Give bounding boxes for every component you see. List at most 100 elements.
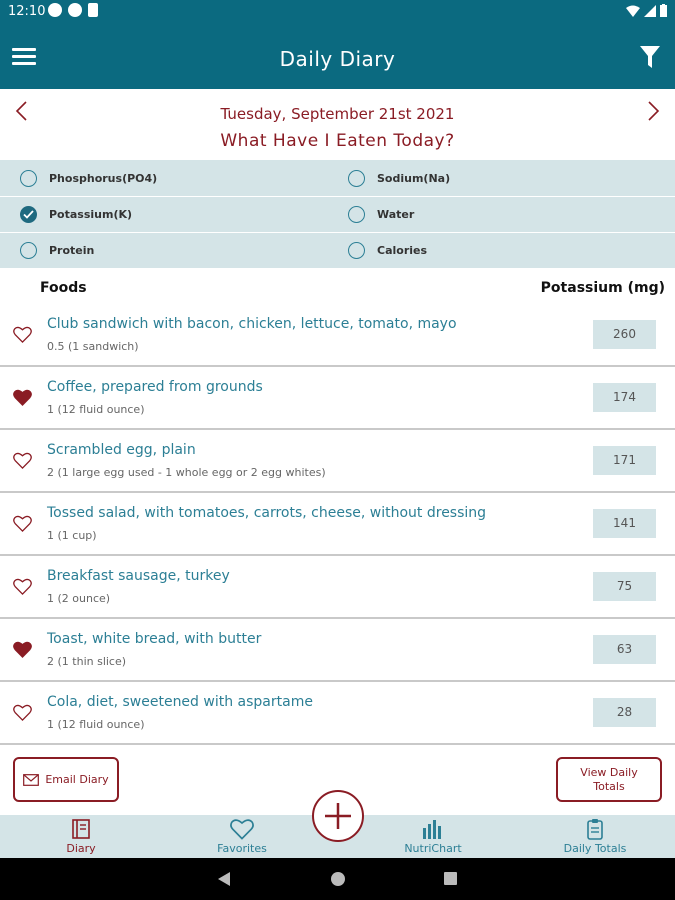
nutrient-label: Protein bbox=[49, 243, 95, 257]
email-diary-label: Email Diary bbox=[45, 773, 109, 786]
radio-button[interactable] bbox=[20, 241, 37, 259]
food-quantity: 1 (12 fluid ounce) bbox=[47, 718, 145, 731]
food-quantity: 1 (1 cup) bbox=[47, 529, 97, 542]
nutrient-label: Phosphorus(PO4) bbox=[49, 171, 158, 185]
food-name[interactable]: Toast, white bread, with butter bbox=[47, 631, 261, 647]
food-row[interactable]: Scrambled egg, plain 2 (1 large egg used… bbox=[0, 430, 675, 493]
filter-icon bbox=[640, 46, 660, 68]
food-row[interactable]: Coffee, prepared from grounds 1 (12 flui… bbox=[0, 367, 675, 430]
radio-button[interactable] bbox=[20, 169, 37, 187]
nutrient-label: Sodium(Na) bbox=[377, 171, 451, 185]
diary-question: What Have I Eaten Today? bbox=[220, 131, 455, 151]
food-list-header: Foods Potassium (mg) bbox=[0, 268, 675, 308]
food-row[interactable]: Toast, white bread, with butter 2 (1 thi… bbox=[0, 619, 675, 682]
food-value: 260 bbox=[593, 320, 656, 349]
heart-icon bbox=[230, 819, 254, 840]
food-quantity: 2 (1 thin slice) bbox=[47, 655, 127, 668]
view-daily-totals-label: View Daily Totals bbox=[580, 765, 638, 793]
nutrient-selector: Phosphorus(PO4) Sodium(Na) Potassium(K) … bbox=[0, 160, 675, 268]
bar-chart-icon bbox=[423, 820, 441, 839]
nutrient-option-calories[interactable]: Calories bbox=[348, 232, 427, 268]
checkmark-icon bbox=[23, 209, 34, 219]
food-quantity: 1 (12 fluid ounce) bbox=[47, 403, 145, 416]
heart-outline-icon[interactable] bbox=[13, 578, 32, 595]
food-name[interactable]: Scrambled egg, plain bbox=[47, 442, 196, 458]
radio-button[interactable] bbox=[348, 241, 365, 259]
nutrient-label: Calories bbox=[377, 243, 428, 257]
nav-daily-totals[interactable]: Daily Totals bbox=[540, 815, 650, 858]
add-food-button[interactable] bbox=[312, 790, 364, 842]
system-recents-icon[interactable] bbox=[444, 872, 457, 885]
plus-icon bbox=[325, 803, 351, 829]
status-bar: 12:10 bbox=[0, 0, 675, 24]
status-time: 12:10 bbox=[8, 4, 46, 19]
nav-favorites[interactable]: Favorites bbox=[187, 815, 297, 858]
nutrient-label: Potassium(K) bbox=[49, 207, 133, 221]
nav-nutrichart[interactable]: NutriChart bbox=[378, 815, 488, 858]
notification-c-icon bbox=[88, 3, 98, 17]
food-row[interactable]: Tossed salad, with tomatoes, carrots, ch… bbox=[0, 493, 675, 556]
food-name[interactable]: Club sandwich with bacon, chicken, lettu… bbox=[47, 316, 457, 332]
food-value: 141 bbox=[593, 509, 656, 538]
food-name[interactable]: Tossed salad, with tomatoes, carrots, ch… bbox=[47, 505, 486, 521]
next-day-button[interactable] bbox=[643, 99, 663, 123]
battery-icon bbox=[660, 4, 667, 17]
heart-outline-icon[interactable] bbox=[13, 515, 32, 532]
app-bar: Daily Diary bbox=[0, 24, 675, 89]
food-row[interactable]: Cola, diet, sweetened with aspartame 1 (… bbox=[0, 682, 675, 745]
chevron-right-icon bbox=[648, 101, 660, 121]
divider bbox=[0, 232, 675, 233]
heart-filled-icon[interactable] bbox=[13, 641, 32, 658]
food-quantity: 0.5 (1 sandwich) bbox=[47, 340, 139, 353]
food-name[interactable]: Coffee, prepared from grounds bbox=[47, 379, 263, 395]
food-value: 28 bbox=[593, 698, 656, 727]
envelope-icon bbox=[23, 773, 40, 786]
nav-diary-label: Diary bbox=[66, 842, 96, 855]
nutrient-column-header: Potassium (mg) bbox=[540, 280, 665, 296]
notification-a-icon bbox=[48, 3, 62, 17]
heart-outline-icon[interactable] bbox=[13, 326, 32, 343]
system-icons bbox=[626, 4, 667, 17]
nutrient-option-water[interactable]: Water bbox=[348, 196, 414, 232]
food-value: 174 bbox=[593, 383, 656, 412]
food-value: 75 bbox=[593, 572, 656, 601]
foods-column-header: Foods bbox=[40, 280, 87, 296]
food-quantity: 2 (1 large egg used - 1 whole egg or 2 e… bbox=[47, 466, 326, 479]
radio-button[interactable] bbox=[348, 205, 365, 223]
diary-icon bbox=[72, 819, 90, 839]
radio-button[interactable] bbox=[348, 169, 365, 187]
notification-b-icon bbox=[68, 3, 82, 17]
nutrient-option-potassium[interactable]: Potassium(K) bbox=[20, 196, 132, 232]
food-value: 171 bbox=[593, 446, 656, 475]
system-home-icon[interactable] bbox=[331, 872, 345, 886]
nav-diary[interactable]: Diary bbox=[26, 815, 136, 858]
nutrient-option-phosphorus[interactable]: Phosphorus(PO4) bbox=[20, 160, 157, 196]
email-diary-button[interactable]: Email Diary bbox=[13, 757, 119, 802]
heart-outline-icon[interactable] bbox=[13, 704, 32, 721]
date-header: Tuesday, September 21st 2021 What Have I… bbox=[0, 89, 675, 159]
filter-button[interactable] bbox=[639, 44, 661, 70]
heart-filled-icon[interactable] bbox=[13, 389, 32, 406]
food-quantity: 1 (2 ounce) bbox=[47, 592, 111, 605]
food-name[interactable]: Breakfast sausage, turkey bbox=[47, 568, 230, 584]
clipboard-icon bbox=[587, 819, 603, 840]
nav-favorites-label: Favorites bbox=[217, 842, 267, 855]
food-value: 63 bbox=[593, 635, 656, 664]
heart-outline-icon[interactable] bbox=[13, 452, 32, 469]
view-daily-totals-button[interactable]: View Daily Totals bbox=[556, 757, 662, 802]
system-navigation-bar bbox=[0, 858, 675, 900]
nutrient-option-protein[interactable]: Protein bbox=[20, 232, 94, 268]
page-title: Daily Diary bbox=[279, 47, 396, 71]
nutrient-option-sodium[interactable]: Sodium(Na) bbox=[348, 160, 450, 196]
food-name[interactable]: Cola, diet, sweetened with aspartame bbox=[47, 694, 313, 710]
current-date: Tuesday, September 21st 2021 bbox=[220, 105, 455, 123]
nutrient-label: Water bbox=[377, 207, 415, 221]
food-row[interactable]: Breakfast sausage, turkey 1 (2 ounce) 75 bbox=[0, 556, 675, 619]
wifi-icon bbox=[626, 5, 640, 17]
nav-nutrichart-label: NutriChart bbox=[404, 842, 462, 855]
notification-icons bbox=[48, 3, 98, 17]
food-row[interactable]: Club sandwich with bacon, chicken, lettu… bbox=[0, 304, 675, 367]
system-back-icon[interactable] bbox=[218, 872, 230, 886]
signal-icon bbox=[644, 4, 656, 17]
radio-button-checked[interactable] bbox=[20, 205, 37, 223]
